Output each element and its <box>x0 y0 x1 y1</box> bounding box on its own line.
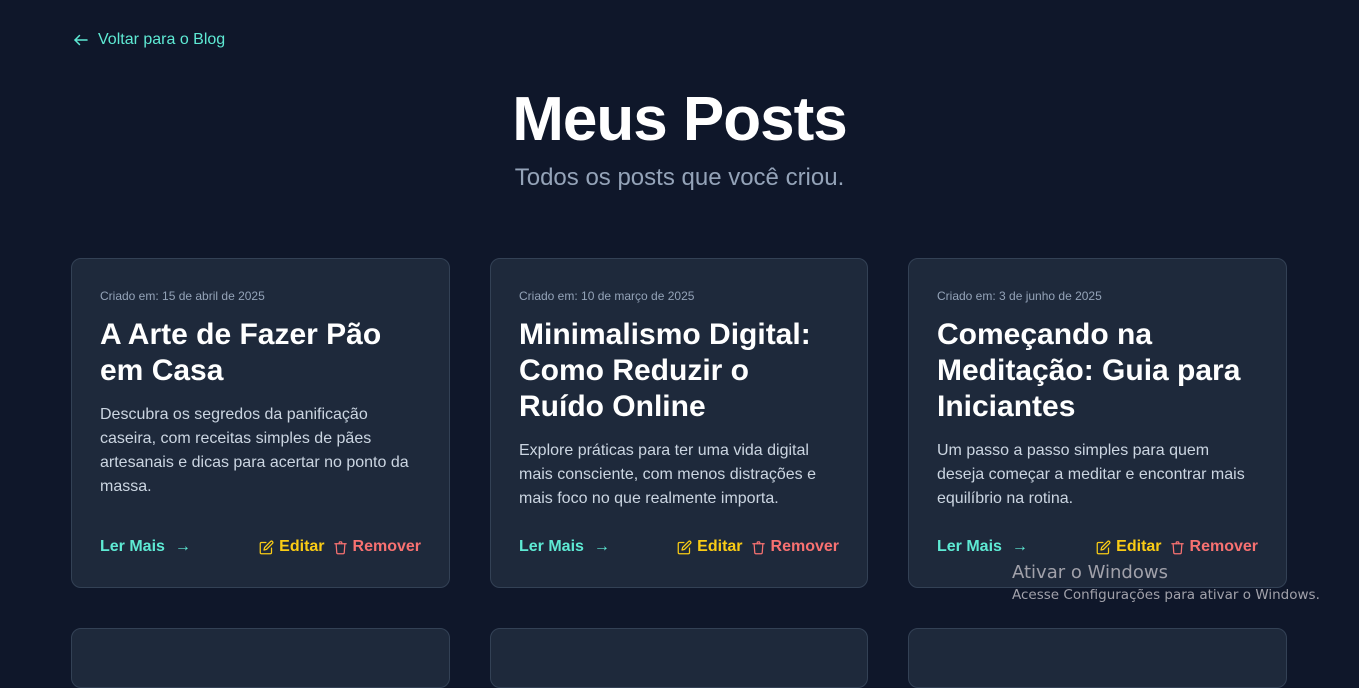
read-more-label: Ler Mais <box>519 538 584 555</box>
windows-activation-watermark: Ativar o Windows Acesse Configurações pa… <box>1012 562 1320 603</box>
edit-label: Editar <box>1116 538 1162 555</box>
page-subtitle: Todos os posts que você criou. <box>514 164 845 191</box>
edit-icon <box>259 540 274 554</box>
post-excerpt: Um passo a passo simples para quem desej… <box>937 442 1245 507</box>
post-manage-actions: Editar Remover <box>259 538 421 556</box>
post-card: Criado em: 15 de abril de 2025 A Arte de… <box>71 258 450 588</box>
post-card-partial <box>71 628 450 688</box>
post-title: Começando na Meditação: Guia para Inicia… <box>937 318 1241 423</box>
back-link-label: Voltar para o Blog <box>98 31 226 48</box>
edit-button[interactable]: Editar <box>259 538 325 556</box>
back-to-blog-link[interactable]: Voltar para o Blog <box>72 31 225 49</box>
page-title: Meus Posts <box>512 85 848 154</box>
remove-button[interactable]: Remover <box>1170 538 1258 556</box>
remove-label: Remover <box>1189 538 1258 555</box>
trash-icon <box>333 540 347 554</box>
remove-button[interactable]: Remover <box>333 538 421 556</box>
post-actions: Ler Mais → Editar Remover <box>937 538 1258 556</box>
post-manage-actions: Editar Remover <box>1096 538 1258 556</box>
edit-icon <box>1096 540 1111 554</box>
post-title: A Arte de Fazer Pão em Casa <box>100 318 382 387</box>
post-excerpt: Descubra os segredos da panificação case… <box>100 406 409 495</box>
posts-grid: Criado em: 15 de abril de 2025 A Arte de… <box>71 258 1287 688</box>
remove-label: Remover <box>770 538 839 555</box>
trash-icon <box>751 540 765 554</box>
post-actions: Ler Mais → Editar Remover <box>519 538 839 556</box>
read-more-link[interactable]: Ler Mais → <box>100 538 191 556</box>
post-date: Criado em: 15 de abril de 2025 <box>100 289 265 303</box>
post-manage-actions: Editar Remover <box>677 538 839 556</box>
arrow-right-icon: → <box>593 538 610 555</box>
edit-icon <box>677 540 692 554</box>
trash-icon <box>1170 540 1184 554</box>
edit-label: Editar <box>279 538 325 555</box>
post-card: Criado em: 3 de junho de 2025 Começando … <box>908 258 1287 588</box>
remove-label: Remover <box>352 538 421 555</box>
edit-button[interactable]: Editar <box>677 538 743 556</box>
edit-label: Editar <box>697 538 743 555</box>
read-more-link[interactable]: Ler Mais → <box>519 538 610 556</box>
post-excerpt: Explore práticas para ter uma vida digit… <box>519 442 817 507</box>
read-more-link[interactable]: Ler Mais → <box>937 538 1028 556</box>
arrow-right-icon: → <box>174 538 191 555</box>
edit-button[interactable]: Editar <box>1096 538 1162 556</box>
read-more-label: Ler Mais <box>100 538 165 555</box>
post-date: Criado em: 3 de junho de 2025 <box>937 289 1102 303</box>
post-card-partial <box>908 628 1287 688</box>
post-date: Criado em: 10 de março de 2025 <box>519 289 695 303</box>
read-more-label: Ler Mais <box>937 538 1002 555</box>
post-card-partial <box>490 628 868 688</box>
remove-button[interactable]: Remover <box>751 538 839 556</box>
arrow-left-icon <box>74 34 88 46</box>
post-title: Minimalismo Digital: Como Reduzir o Ruíd… <box>519 318 811 423</box>
post-actions: Ler Mais → Editar Remover <box>100 538 421 556</box>
post-card: Criado em: 10 de março de 2025 Minimalis… <box>490 258 868 588</box>
watermark-subtitle: Acesse Configurações para ativar o Windo… <box>1012 587 1320 603</box>
watermark-title: Ativar o Windows <box>1012 562 1168 583</box>
arrow-right-icon: → <box>1011 538 1028 555</box>
